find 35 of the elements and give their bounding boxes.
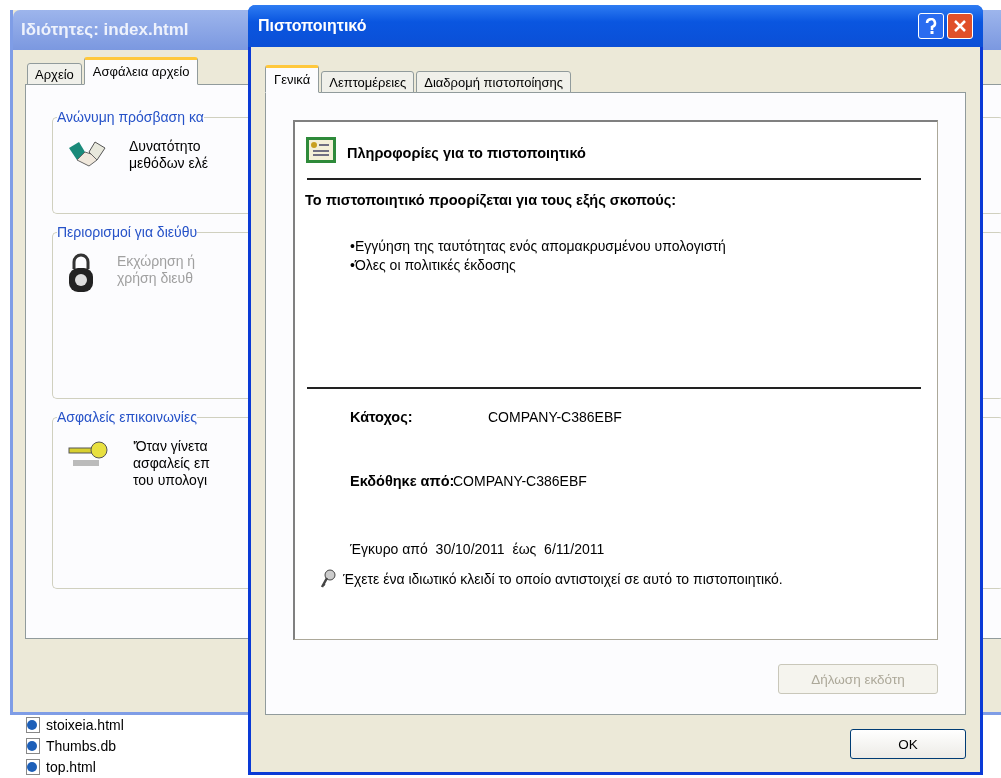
close-icon — [953, 19, 967, 33]
close-button[interactable] — [947, 13, 973, 39]
field-value: COMPANY-C386EBF — [488, 409, 622, 425]
purpose-item: •Εγγύηση της ταυτότητας ενός απομακρυσμένου υπολογιστή — [350, 238, 727, 254]
tab[interactable]: Γενικά — [265, 65, 320, 93]
purpose-item: •Όλες οι πολιτικές έκδοσης — [350, 257, 517, 273]
group-description: Δυνατότητο μεθόδων ελέ — [129, 138, 208, 172]
group-title: Περιορισμοί για διεύθυ — [57, 224, 198, 240]
ok-button[interactable]: OK — [850, 729, 966, 759]
validity-period: Έγκυρο από 30/10/2011 έως 6/11/2011 — [349, 541, 606, 557]
tab[interactable]: Αρχείο — [27, 63, 82, 85]
help-button[interactable] — [918, 13, 944, 39]
dialog-title: Πιστοποιητικό — [258, 17, 368, 35]
file-name[interactable]: Thumbs.db — [46, 737, 117, 754]
purpose-heading: Το πιστοποιητικό προορίζεται για τους εξής σκοπούς: — [305, 192, 678, 208]
private-key-note: Έχετε ένα ιδιωτικό κλειδί το οποίο αντιστοιχεί σε αυτό το πιστοποιητικό. — [343, 571, 783, 587]
file-icon — [26, 737, 40, 754]
field-label: Εκδόθηκε από: — [350, 473, 453, 489]
group-title: Ανώνυμη πρόσβαση κα — [57, 109, 204, 125]
tab[interactable]: Ασφάλεια αρχείο — [83, 57, 199, 85]
field-value: COMPANY-C386EBF — [453, 473, 587, 489]
file-icon — [26, 716, 40, 733]
file-name[interactable]: stoixeia.html — [46, 716, 124, 733]
padlock-icon — [67, 253, 95, 293]
tab[interactable]: Λεπτομέρειες — [321, 71, 415, 93]
help-icon — [925, 18, 937, 34]
group-title: Ασφαλείς επικοινωνίες — [57, 409, 197, 425]
section-heading: Πληροφορίες για το πιστοποιητικό — [347, 145, 586, 161]
field-label: Κάτοχος: — [350, 409, 414, 425]
file-name[interactable]: top.html — [46, 758, 96, 775]
file-icon — [26, 758, 40, 775]
tab[interactable]: Διαδρομή πιστοποίησης — [416, 71, 572, 93]
certificate-icon — [305, 136, 337, 164]
group-description: Εκχώρηση ή χρήση διευθ — [117, 253, 196, 288]
group-description: 'Όταν γίνετα ασφαλείς επ του υπολογι — [133, 438, 210, 489]
